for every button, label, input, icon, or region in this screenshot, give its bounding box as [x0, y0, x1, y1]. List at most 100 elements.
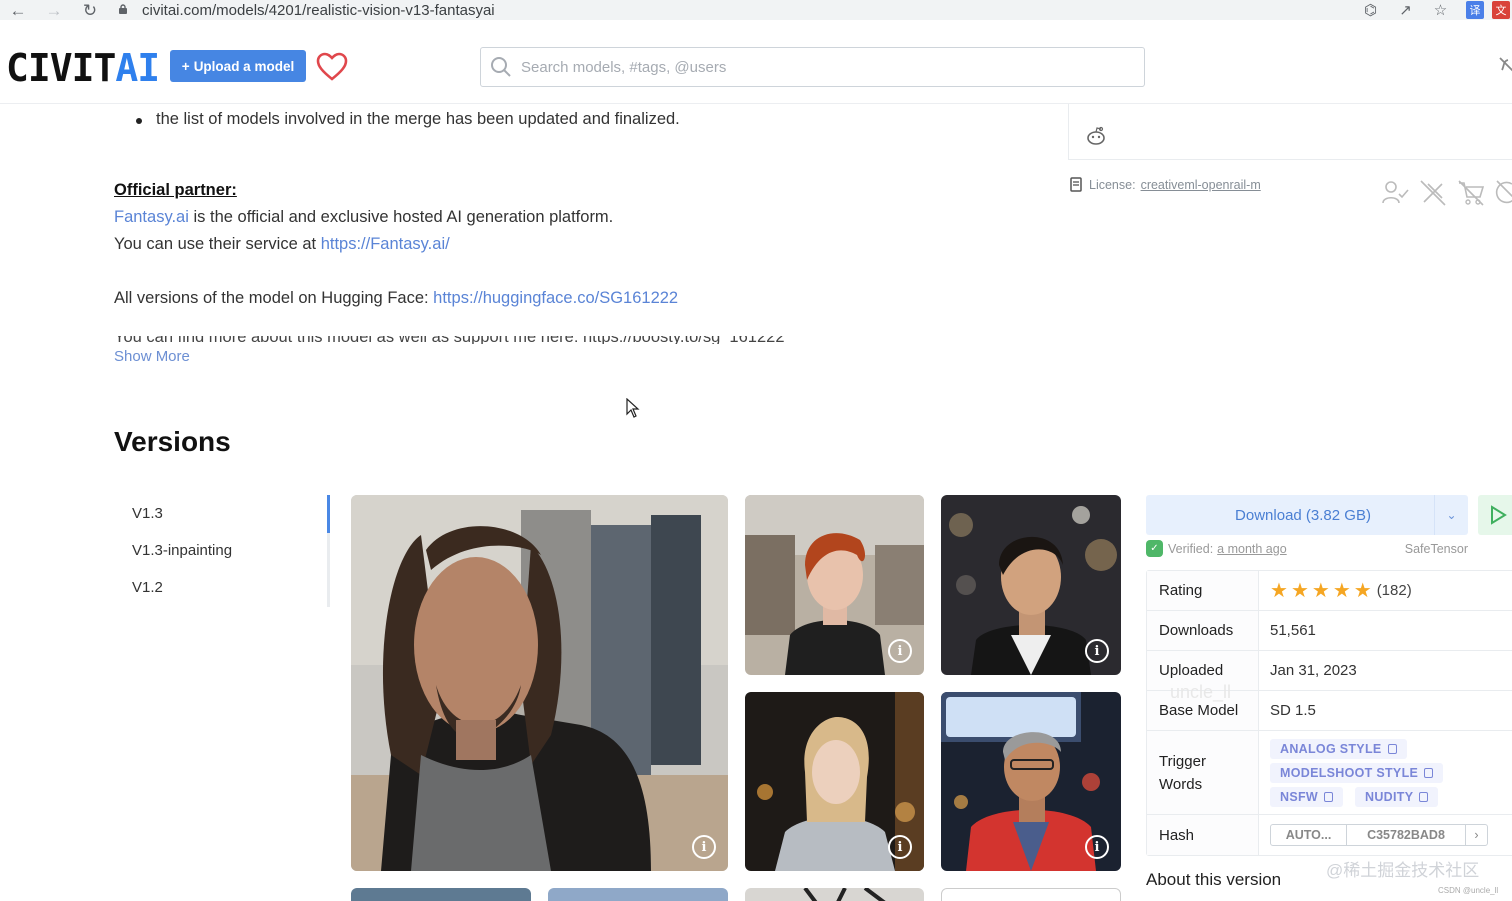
fantasy-url-link[interactable]: https://Fantasy.ai/: [321, 235, 450, 253]
trigger-words-key: Trigger Words: [1147, 731, 1259, 814]
star-icon: ★: [1290, 579, 1309, 602]
no-merge-icon: [1420, 180, 1446, 206]
overlay-watermark: uncle_ll: [1170, 682, 1232, 702]
info-icon[interactable]: i: [692, 835, 716, 859]
license-link[interactable]: creativeml-openrail-m: [1141, 178, 1261, 192]
gallery-image-8[interactable]: [745, 888, 924, 901]
description-bullet: the list of models involved in the merge…: [136, 110, 680, 129]
download-label: Download (3.82 GB): [1235, 506, 1371, 524]
no-generation-icon: [1495, 180, 1512, 204]
bookmark-star-icon[interactable]: ☆: [1423, 1, 1458, 19]
star-icon: ★: [1311, 579, 1330, 602]
reddit-icon[interactable]: [1085, 126, 1107, 146]
hash-box[interactable]: AUTO... C35782BAD8 ›: [1270, 824, 1488, 846]
version-item-v1-3[interactable]: V1.3: [114, 495, 330, 532]
back-icon[interactable]: ←: [0, 0, 36, 20]
url-text: civitai.com/models/4201/realistic-vision…: [142, 1, 495, 19]
extension-red-icon[interactable]: 文: [1492, 1, 1510, 19]
trigger-tag-analog-style[interactable]: ANALOG STYLE: [1270, 738, 1407, 759]
heart-icon[interactable]: [316, 52, 348, 82]
about-version-heading: About this version: [1146, 870, 1282, 889]
huggingface-link[interactable]: https://huggingface.co/SG161222: [433, 289, 678, 307]
download-button[interactable]: Download (3.82 GB) ⌄: [1146, 495, 1468, 535]
gallery-image-2[interactable]: i: [745, 495, 924, 675]
star-icon: ★: [1353, 579, 1372, 602]
trigger-words-value: ANALOG STYLE MODELSHOOT STYLE NSFW NUDIT…: [1259, 731, 1512, 814]
info-icon[interactable]: i: [888, 835, 912, 859]
gallery-image-3[interactable]: i: [941, 495, 1121, 675]
hash-row: Hash AUTO... C35782BAD8 ›: [1147, 815, 1512, 855]
rating-value[interactable]: ★ ★ ★ ★ ★ (182): [1259, 571, 1512, 610]
rating-row: Rating ★ ★ ★ ★ ★ (182): [1147, 571, 1512, 611]
version-item-v1-3-inpainting[interactable]: V1.3-inpainting: [114, 532, 330, 569]
bullet-text: the list of models involved in the merge…: [156, 110, 680, 128]
gallery-image-7[interactable]: [548, 888, 728, 901]
gallery-image-main[interactable]: i: [351, 495, 728, 871]
gallery-image-6[interactable]: [351, 888, 531, 901]
permission-icons: [1380, 178, 1512, 208]
run-model-button[interactable]: [1478, 495, 1512, 535]
downloads-key: Downloads: [1147, 611, 1259, 650]
trigger-words-row: Trigger Words ANALOG STYLE MODELSHOOT ST…: [1147, 731, 1512, 815]
show-more-link[interactable]: Show More: [114, 348, 190, 365]
info-icon[interactable]: i: [1085, 639, 1109, 663]
trigger-tag-nudity[interactable]: NUDITY: [1355, 786, 1439, 807]
copy-icon: [1424, 767, 1434, 778]
version-item-v1-2[interactable]: V1.2: [114, 569, 330, 606]
rating-stars: ★ ★ ★ ★ ★: [1270, 581, 1372, 601]
tag-label: NSFW: [1280, 789, 1318, 804]
translate-icon[interactable]: ⌬: [1353, 1, 1388, 19]
hash-value: AUTO... C35782BAD8 ›: [1259, 815, 1512, 855]
trigger-tag-modelshoot-style[interactable]: MODELSHOOT STYLE: [1270, 762, 1444, 783]
gallery-image-9[interactable]: [941, 888, 1121, 901]
verified-time-link[interactable]: a month ago: [1217, 542, 1287, 556]
star-icon: ★: [1270, 579, 1288, 602]
details-table: Rating ★ ★ ★ ★ ★ (182) Downloads 51,561 …: [1146, 570, 1512, 856]
gallery-image-4[interactable]: i: [745, 692, 924, 871]
info-icon[interactable]: i: [1085, 835, 1109, 859]
trigger-key-line2: Words: [1159, 775, 1203, 793]
mouse-cursor-icon: [626, 398, 640, 418]
tree-branches-image: [803, 888, 886, 901]
base-model-value: SD 1.5: [1270, 702, 1316, 719]
truncated-line: You can find more about this model as we…: [114, 336, 814, 344]
chevron-down-icon[interactable]: ⌄: [1434, 495, 1468, 535]
search-icon: [491, 57, 511, 77]
chevron-right-icon[interactable]: ›: [1465, 825, 1487, 845]
partner-heading: Official partner:: [114, 181, 237, 199]
downloads-value: 51,561: [1270, 622, 1316, 639]
trigger-tag-nsfw[interactable]: NSFW: [1270, 786, 1343, 807]
no-sell-icon: [1458, 180, 1485, 206]
fantasy-ai-link[interactable]: Fantasy.ai: [114, 208, 189, 226]
hash-value-text[interactable]: C35782BAD8: [1347, 825, 1465, 845]
search-input[interactable]: Search models, #tags, @users: [480, 47, 1145, 87]
hash-type-select[interactable]: AUTO...: [1271, 825, 1347, 845]
address-bar[interactable]: civitai.com/models/4201/realistic-vision…: [118, 0, 495, 20]
civitai-logo[interactable]: CIVIT AI: [6, 49, 160, 87]
rating-count: (182): [1376, 582, 1412, 599]
verified-row: ✓ Verified: a month ago SafeTensor: [1146, 540, 1468, 557]
rating-key: Rating: [1147, 571, 1259, 610]
downloads-row: Downloads 51,561: [1147, 611, 1512, 651]
bell-off-icon[interactable]: [1498, 54, 1512, 76]
trigger-tags: ANALOG STYLE MODELSHOOT STYLE NSFW NUDIT…: [1270, 733, 1444, 813]
copy-icon: [1387, 743, 1397, 754]
active-version-indicator: [327, 495, 330, 533]
credit-required-icon: [1382, 181, 1409, 204]
upload-model-button[interactable]: + Upload a model: [170, 50, 306, 82]
reload-icon[interactable]: ↻: [72, 0, 108, 20]
star-icon: ★: [1332, 579, 1351, 602]
share-panel: [1068, 104, 1512, 160]
copy-icon: [1324, 791, 1333, 802]
upload-label: Upload a model: [193, 58, 295, 74]
versions-title: Versions: [114, 426, 231, 457]
search-placeholder: Search models, #tags, @users: [521, 58, 727, 76]
gallery-image-5[interactable]: i: [941, 692, 1121, 871]
extension-translate-icon[interactable]: 译: [1466, 1, 1484, 19]
tag-label: MODELSHOOT STYLE: [1280, 765, 1419, 780]
trigger-key-line1: Trigger: [1159, 752, 1206, 770]
info-icon[interactable]: i: [888, 639, 912, 663]
share-icon[interactable]: ↗: [1388, 1, 1423, 19]
uploaded-value: Jan 31, 2023: [1270, 662, 1357, 679]
forward-icon[interactable]: →: [36, 0, 72, 20]
